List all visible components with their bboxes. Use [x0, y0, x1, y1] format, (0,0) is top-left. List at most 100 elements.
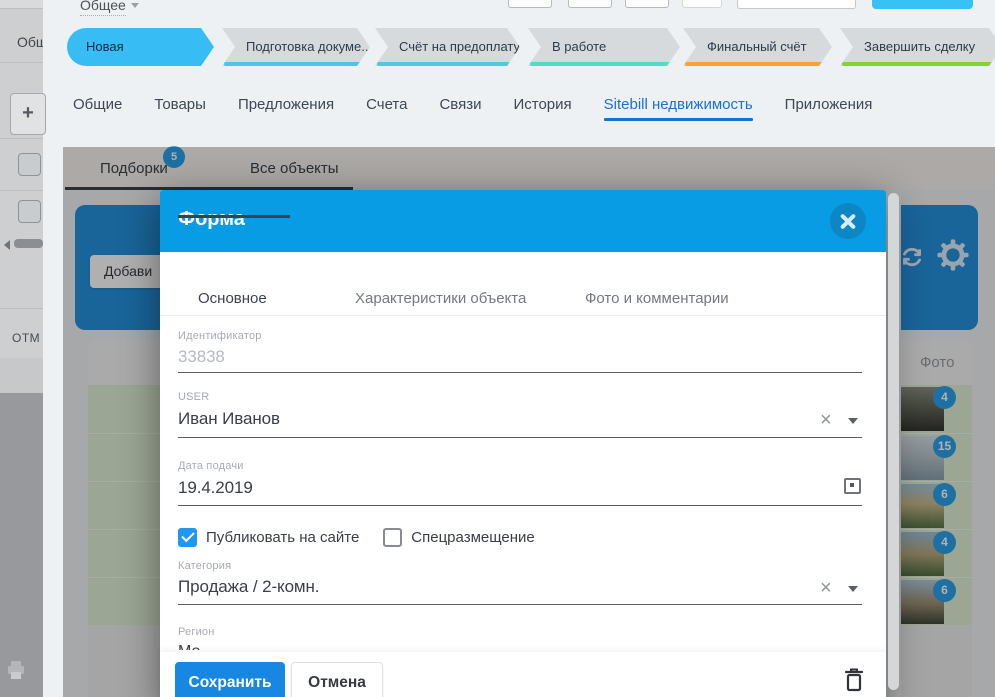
stage-prepay-invoice[interactable]: Счёт на предоплату: [375, 28, 520, 66]
tab-apps[interactable]: Приложения: [785, 96, 873, 121]
chevron-down-icon[interactable]: [848, 418, 858, 424]
stage-accent: [842, 62, 995, 66]
photo-count-badge: 4: [933, 386, 956, 409]
special-placement-label: Спецразмещение: [411, 529, 535, 546]
clear-icon[interactable]: ×: [820, 410, 832, 430]
row-checkbox[interactable]: [18, 153, 41, 176]
chevron-down-icon: [130, 3, 139, 8]
modal-title: Форма: [178, 208, 245, 230]
date-label: Дата подачи: [178, 460, 244, 472]
identifier-value: 33838: [178, 347, 225, 366]
stage-accent: [530, 62, 678, 66]
stage-docs[interactable]: Подготовка докуме...: [222, 28, 370, 66]
user-label: USER: [178, 391, 210, 403]
stage-new[interactable]: Новая: [67, 28, 214, 66]
field-divider: [178, 372, 862, 373]
pipeline-filter-label: Общее: [80, 0, 126, 16]
user-field[interactable]: Иван Иванов: [178, 409, 280, 429]
pipeline-filter-dropdown[interactable]: Общее: [80, 0, 139, 16]
sidebar-cancel-row[interactable]: ОТМ: [0, 308, 43, 359]
refresh-icon[interactable]: [898, 242, 926, 272]
horizontal-scrollbar[interactable]: [0, 233, 43, 253]
cancel-action-label: ОТМ: [12, 331, 41, 345]
stage-accent: [685, 62, 830, 66]
calendar-icon[interactable]: [844, 478, 861, 494]
sidebar-header-row: Общ: [0, 8, 43, 63]
close-icon[interactable]: [830, 203, 866, 239]
publish-checkbox-label: Публиковать на сайте: [206, 529, 360, 546]
tab-history[interactable]: История: [513, 96, 571, 121]
object-photo-thumbnail: [898, 532, 944, 576]
printer-icon[interactable]: [6, 660, 26, 682]
active-modal-tab-underline: [178, 215, 290, 218]
topbar-button-partial[interactable]: [568, 0, 612, 8]
sidebar-lower-area: [0, 393, 43, 697]
sidebar-list-row[interactable]: [0, 190, 43, 233]
save-button[interactable]: Сохранить: [175, 662, 285, 697]
modal-tab-object-characteristics[interactable]: Характеристики объекта: [355, 290, 526, 307]
field-divider: [178, 604, 862, 605]
modal-tab-photos-comments[interactable]: Фото и комментарии: [585, 290, 729, 307]
field-divider: [178, 437, 862, 438]
stage-close-deal[interactable]: Завершить сделку: [840, 28, 995, 66]
modal-footer: Сохранить Отмена: [160, 652, 886, 697]
subtab-all-objects[interactable]: Все объекты: [250, 160, 339, 177]
topbar-input-partial[interactable]: [737, 0, 856, 9]
deal-tabs: Общие Товары Предложения Счета Связи Ист…: [73, 96, 872, 121]
photo-column-header: Фото: [920, 354, 955, 371]
object-photo-thumbnail: [898, 580, 944, 624]
sitebill-subtabs: Подборки 5 Все объекты: [63, 146, 995, 190]
row-checkbox[interactable]: [18, 200, 41, 223]
photo-count-badge: 15: [933, 435, 956, 458]
page: Общ + ОТМ Общее Новая Подготовка докуме.…: [0, 0, 995, 697]
plus-icon: +: [22, 102, 34, 124]
scroll-left-icon[interactable]: [4, 240, 10, 250]
trash-icon[interactable]: [843, 666, 865, 693]
cancel-button[interactable]: Отмена: [291, 662, 383, 697]
sidebar-block: [0, 358, 43, 393]
tab-general[interactable]: Общие: [73, 96, 122, 121]
category-field[interactable]: Продажа / 2-комн.: [178, 577, 320, 597]
gear-icon[interactable]: [936, 238, 970, 272]
scrollbar-thumb[interactable]: [14, 239, 43, 248]
modal-tab-main[interactable]: Основное: [198, 290, 267, 307]
publish-checkbox[interactable]: [178, 528, 197, 547]
object-photo-thumbnail: [898, 436, 944, 480]
chevron-down-icon[interactable]: [848, 586, 858, 592]
modal-scrollbar-thumb[interactable]: [888, 193, 899, 690]
tab-links[interactable]: Связи: [439, 96, 481, 121]
stage-accent: [377, 62, 518, 66]
photo-count-badge: 6: [933, 483, 956, 506]
left-sidebar: Общ + ОТМ: [0, 0, 46, 697]
stage-in-progress[interactable]: В работе: [528, 28, 680, 66]
special-placement-checkbox[interactable]: [383, 528, 403, 547]
tab-invoices[interactable]: Счета: [366, 96, 407, 121]
object-photo-thumbnail: [898, 387, 944, 431]
sidebar-header-label: Общ: [17, 34, 43, 50]
region-label: Регион: [178, 626, 215, 638]
stage-final-invoice[interactable]: Финальный счёт: [683, 28, 832, 66]
date-field[interactable]: 19.4.2019: [178, 478, 253, 498]
topbar-button-partial[interactable]: [508, 0, 552, 8]
clear-icon[interactable]: ×: [820, 578, 832, 598]
sidebar-empty-row: [0, 253, 43, 309]
object-photo-thumbnail: [898, 484, 944, 528]
sidebar-list-row[interactable]: [0, 138, 43, 191]
subtab-selections[interactable]: Подборки: [100, 160, 168, 177]
topbar-button-partial[interactable]: [625, 0, 669, 8]
publish-options-row: Публиковать на сайте Спецразмещение: [178, 528, 535, 547]
tab-sitebill-realestate[interactable]: Sitebill недвижимость: [603, 96, 753, 121]
add-button[interactable]: +: [10, 93, 46, 135]
modal-tabs: Основное Характеристики объекта Фото и к…: [160, 290, 886, 316]
tab-quotes[interactable]: Предложения: [238, 96, 334, 121]
region-field[interactable]: Мо: [178, 643, 298, 650]
sidebar-add-row: +: [0, 62, 46, 139]
stage-accent: [224, 62, 368, 66]
tab-products[interactable]: Товары: [154, 96, 206, 121]
topbar-button-partial[interactable]: [682, 0, 722, 8]
topbar-primary-button-partial[interactable]: [872, 0, 973, 9]
photo-count-badge: 6: [933, 579, 956, 602]
field-divider: [178, 505, 862, 506]
identifier-label: Идентификатор: [178, 330, 262, 342]
photo-count-badge: 4: [933, 531, 956, 554]
